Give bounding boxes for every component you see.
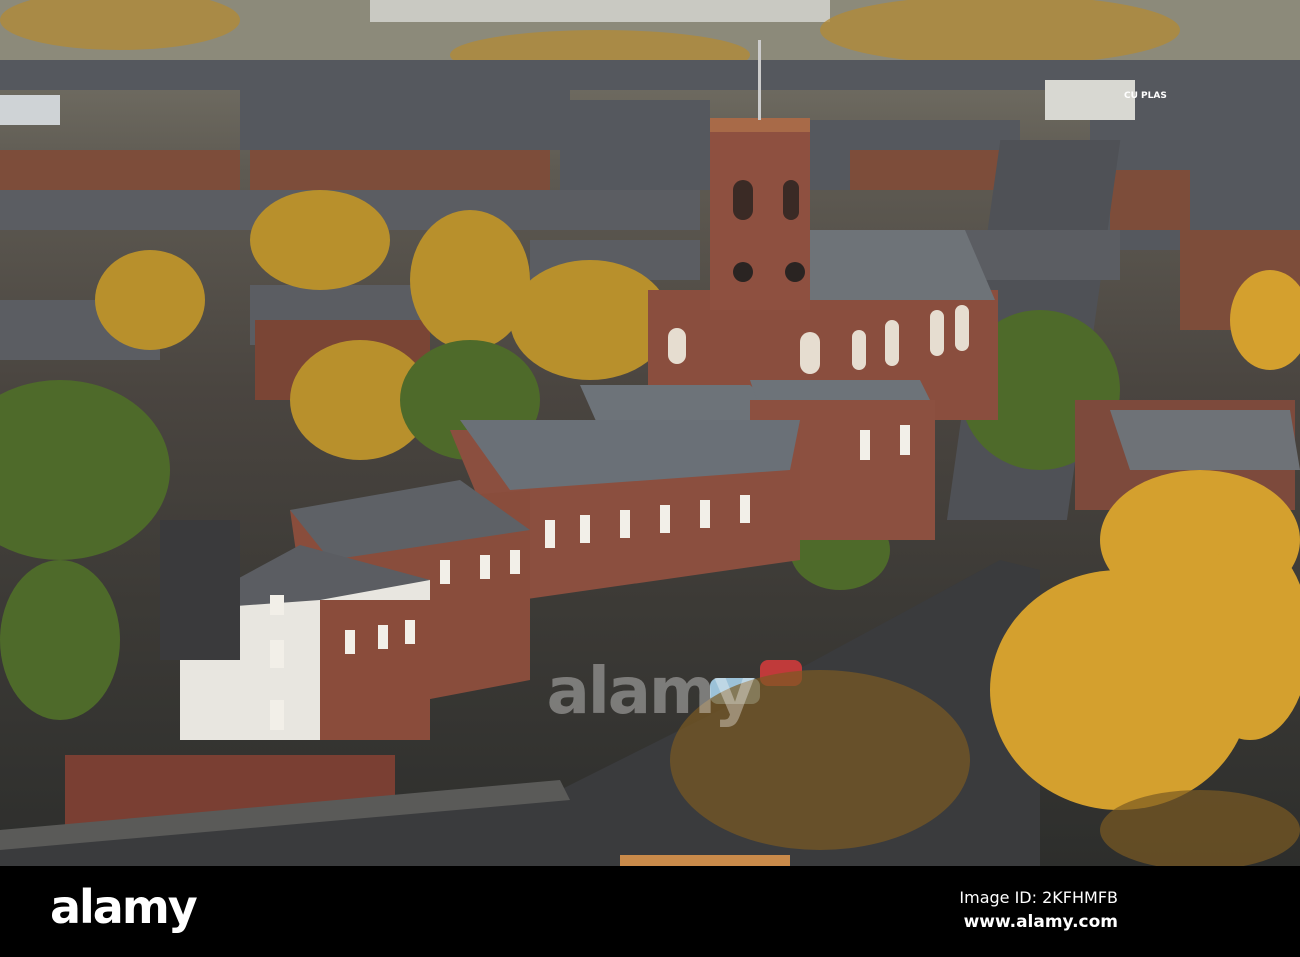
shop-sign: CU PLAS	[1124, 91, 1167, 101]
image-id: Image ID: 2KFHMFB	[959, 888, 1118, 907]
church	[648, 40, 998, 420]
alamy-logo: alamy	[50, 880, 198, 934]
warehouse	[1045, 80, 1135, 120]
website-link[interactable]: www.alamy.com	[964, 912, 1118, 932]
townscape-illustration	[0, 0, 1300, 866]
watermark: alamy	[546, 655, 756, 729]
photo-townscape: CU PLAS alamy	[0, 0, 1300, 866]
